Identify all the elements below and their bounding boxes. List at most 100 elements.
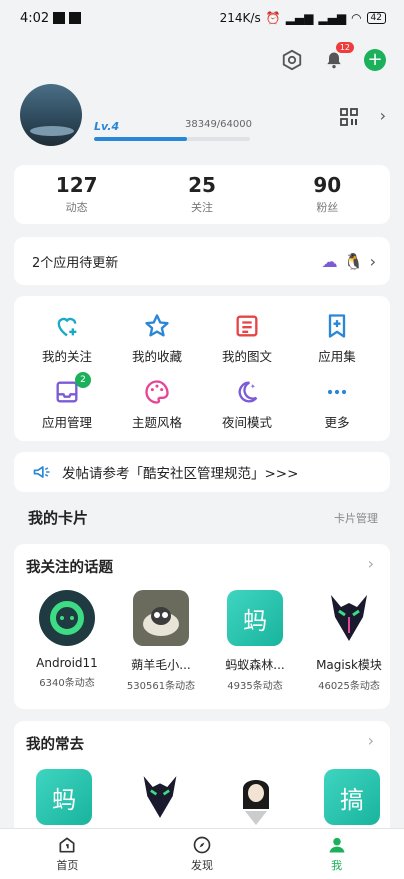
chevron-right-icon[interactable]: › [380, 106, 386, 125]
add-button[interactable]: + [364, 49, 386, 71]
moon-icon [238, 381, 258, 403]
feature-label: 主题风格 [131, 415, 182, 430]
card-title: 我的常去 [26, 737, 84, 753]
ant-forest-icon: 蚂 [227, 590, 283, 646]
sheep-image [133, 590, 189, 646]
app-thumb-icon: ☁ [321, 251, 338, 271]
feature-favorites[interactable]: 我的收藏 [112, 306, 202, 372]
stat-following[interactable]: 25 关注 [139, 174, 264, 215]
exp-text: 38349/64000 [185, 119, 252, 130]
heart-plus-icon [57, 317, 77, 337]
profile-header[interactable]: Lv.4 38349/64000 › [20, 84, 386, 146]
topics-row: Android11 6340条动态 蒴羊毛小... 530561条动态 蚂 蚂蚁… [26, 590, 390, 692]
notice-text: 发帖请参考「酷安社区管理规范」>>> [62, 466, 299, 482]
stat-value: 127 [55, 173, 98, 197]
nav-me[interactable]: 我 [269, 829, 404, 879]
exp-progress-fill [94, 137, 188, 141]
feature-app-management[interactable]: 2 应用管理 [22, 372, 112, 438]
stats-card: 127 动态 25 关注 90 粉丝 [14, 165, 390, 224]
notification-square-icon [53, 12, 66, 24]
stat-posts[interactable]: 127 动态 [14, 174, 139, 215]
feature-label: 更多 [324, 415, 350, 430]
megaphone-icon [33, 466, 50, 478]
signal-icon: ▂▄▆ [318, 11, 347, 25]
followed-topics-card: 我关注的话题 › Android11 6340条动态 蒴羊毛小... 53056… [14, 544, 390, 709]
palette-icon [145, 380, 169, 404]
android-logo-icon [39, 590, 95, 646]
stat-followers[interactable]: 90 粉丝 [265, 174, 390, 215]
bookmark-plus-icon [328, 314, 346, 338]
user-level: Lv.4 [94, 120, 120, 133]
magisk-mask-icon[interactable] [132, 769, 188, 825]
app-updates-row[interactable]: 2个应用待更新 ☁ 🐧 › [14, 237, 390, 285]
battery-icon: 42 [366, 12, 386, 24]
section-title: 我的卡片 [28, 509, 89, 527]
nav-home[interactable]: 首页 [0, 829, 135, 879]
status-bar: 4:02 214K/s ⏰ ▂▄▆ ▂▄▆ ◠ 42 [0, 0, 404, 36]
nav-discover[interactable]: 发现 [135, 829, 270, 879]
feature-theme[interactable]: 主题风格 [112, 372, 202, 438]
qr-code-icon[interactable] [340, 108, 358, 126]
nav-label: 我 [331, 859, 343, 872]
avatar[interactable] [20, 84, 82, 146]
stat-label: 动态 [65, 201, 88, 214]
notification-badge: 12 [335, 42, 354, 53]
badge: 2 [75, 372, 91, 388]
ant-forest-icon[interactable]: 蚂 [36, 769, 92, 825]
qq-penguin-icon: 🐧 [343, 251, 364, 271]
topic-item[interactable]: Android11 6340条动态 [26, 590, 108, 692]
topic-item[interactable]: Magisk模块 46025条动态 [308, 590, 390, 692]
star-icon [145, 314, 169, 337]
stat-label: 粉丝 [316, 201, 339, 214]
topic-name: 蚂蚁森林... [225, 658, 285, 672]
exp-progress-bar [94, 137, 250, 141]
feature-night-mode[interactable]: 夜间模式 [202, 372, 292, 438]
topic-name: Android11 [36, 656, 98, 670]
topic-name: 蒴羊毛小... [131, 658, 191, 672]
topic-name: Magisk模块 [316, 658, 382, 672]
feature-app-collections[interactable]: 应用集 [292, 306, 382, 372]
feature-my-articles[interactable]: 我的图文 [202, 306, 292, 372]
topic-count: 530561条动态 [126, 681, 196, 692]
settings-hex-icon[interactable] [280, 48, 304, 72]
topic-count: 6340条动态 [39, 678, 95, 689]
card-title: 我关注的话题 [26, 560, 113, 576]
net-speed: 214K/s [219, 11, 261, 25]
feature-grid: 我的关注 我的收藏 我的图文 应用集 2 应用管理 主题风格 夜间模式 更多 [14, 296, 390, 441]
nav-label: 首页 [56, 859, 79, 872]
community-notice[interactable]: 发帖请参考「酷安社区管理规范」>>> [14, 452, 390, 492]
more-icon [327, 389, 347, 395]
magisk-mask-icon [321, 590, 377, 646]
app-icon[interactable]: 搞 [324, 769, 380, 825]
feature-label: 我的图文 [221, 349, 272, 364]
nav-label: 发现 [191, 859, 213, 872]
feature-label: 夜间模式 [221, 415, 272, 430]
feature-more[interactable]: 更多 [292, 372, 382, 438]
feature-label: 应用管理 [41, 415, 92, 430]
topic-count: 46025条动态 [318, 681, 380, 692]
bell-icon[interactable]: 12 [322, 42, 354, 72]
topic-count: 4935条动态 [227, 681, 283, 692]
stat-value: 25 [188, 173, 216, 197]
feature-label: 我的关注 [41, 349, 92, 364]
topic-item[interactable]: 蒴羊毛小... 530561条动态 [120, 590, 202, 692]
card-manage-link[interactable]: 卡片管理 [334, 510, 378, 526]
compass-icon [193, 836, 211, 854]
anime-avatar-image[interactable] [228, 769, 284, 825]
person-icon [329, 837, 345, 853]
stat-label: 关注 [190, 201, 213, 214]
topic-item[interactable]: 蚂 蚂蚁森林... 4935条动态 [214, 590, 296, 692]
top-actions: 12 + [280, 42, 386, 72]
article-icon [236, 315, 258, 337]
frequent-row: 蚂 搞 [36, 769, 380, 825]
feature-my-follows[interactable]: 我的关注 [22, 306, 112, 372]
alarm-icon: ⏰ [265, 11, 281, 25]
status-time: 4:02 [20, 10, 50, 26]
chevron-right-icon[interactable]: › [368, 731, 374, 750]
signal-icon: ▂▄▆ [285, 11, 314, 25]
feature-label: 我的收藏 [131, 349, 182, 364]
home-icon [59, 837, 75, 853]
updates-text: 2个应用待更新 [32, 255, 119, 271]
feature-label: 应用集 [318, 349, 356, 364]
chevron-right-icon[interactable]: › [368, 554, 374, 573]
